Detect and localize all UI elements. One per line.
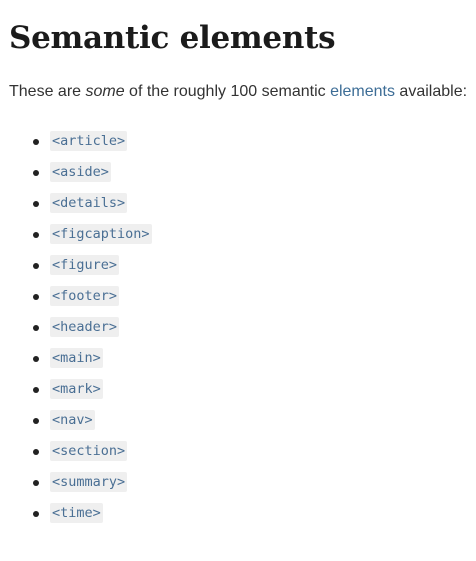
- intro-text-start: These are: [9, 83, 86, 100]
- element-code: <header>: [50, 317, 120, 337]
- bullet-icon: [33, 263, 39, 269]
- list-item: <main>: [9, 343, 209, 374]
- list-item: <figcaption>: [9, 219, 209, 250]
- intro-emphasis: some: [85, 83, 125, 100]
- semantic-elements-list: <article> <aside> <details> <figcaption>…: [9, 126, 209, 529]
- bullet-icon: [33, 294, 39, 300]
- element-code: <section>: [50, 441, 128, 461]
- bullet-icon: [33, 511, 39, 517]
- bullet-icon: [33, 418, 39, 424]
- page: Semantic elements These are some of the …: [9, 0, 476, 561]
- element-code: <mark>: [50, 379, 103, 399]
- list-item: <time>: [9, 498, 209, 529]
- bullet-icon: [33, 139, 39, 145]
- bullet-icon: [33, 356, 39, 362]
- element-code: <summary>: [50, 472, 128, 492]
- element-code: <figure>: [50, 255, 120, 275]
- list-item: <details>: [9, 188, 209, 219]
- element-code: <nav>: [50, 410, 95, 430]
- bullet-icon: [33, 480, 39, 486]
- list-item: <summary>: [9, 467, 209, 498]
- bullet-icon: [33, 449, 39, 455]
- element-code: <aside>: [50, 162, 111, 182]
- bullet-icon: [33, 170, 39, 176]
- list-item: <header>: [9, 312, 209, 343]
- list-item: <section>: [9, 436, 209, 467]
- list-item: <article>: [9, 126, 209, 157]
- element-code: <main>: [50, 348, 103, 368]
- intro-text-end: available:: [394, 83, 468, 100]
- bullet-icon: [33, 232, 39, 238]
- element-code: <details>: [50, 193, 128, 213]
- bullet-icon: [33, 201, 39, 207]
- list-item: <footer>: [9, 281, 209, 312]
- bullet-icon: [33, 387, 39, 393]
- list-item: <aside>: [9, 157, 209, 188]
- element-code: <figcaption>: [50, 224, 152, 244]
- page-title: Semantic elements: [9, 20, 336, 56]
- list-item: <mark>: [9, 374, 209, 405]
- list-item: <figure>: [9, 250, 209, 281]
- list-item: <nav>: [9, 405, 209, 436]
- element-code: <article>: [50, 131, 128, 151]
- intro-paragraph: These are some of the roughly 100 semant…: [9, 81, 467, 103]
- bullet-icon: [33, 325, 39, 331]
- element-code: <time>: [50, 503, 103, 523]
- element-code: <footer>: [50, 286, 120, 306]
- elements-link[interactable]: elements: [330, 83, 395, 100]
- intro-text-middle: of the roughly 100 semantic: [124, 83, 331, 100]
